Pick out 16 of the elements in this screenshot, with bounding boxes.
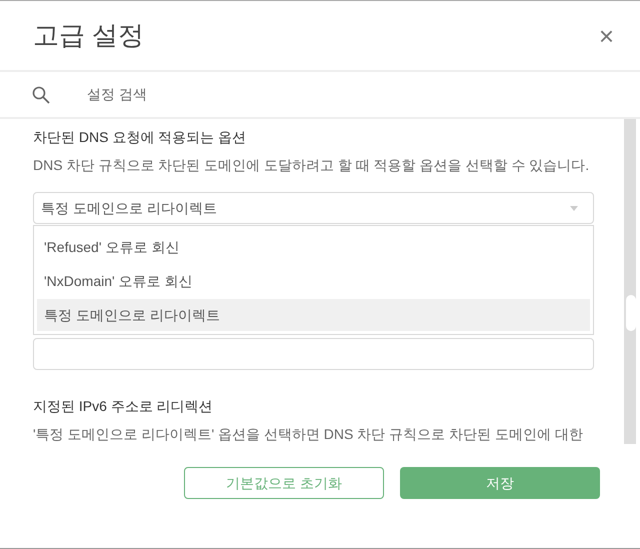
section-title: 지정된 IPv6 주소로 리디렉션 [33, 397, 214, 416]
scrollbar-thumb[interactable] [626, 295, 636, 331]
caret-icon [570, 206, 578, 210]
dropdown-option[interactable]: 특정 도메인으로 리다이렉트 [37, 299, 590, 331]
dialog-title: 고급 설정 [33, 19, 144, 52]
section-title: 차단된 DNS 요청에 적용되는 옵션 [33, 128, 248, 147]
dropdown-select[interactable]: 특정 도메인으로 리다이렉트 [33, 192, 594, 224]
dropdown-option[interactable]: 'Refused' 오류로 회신 [37, 231, 590, 263]
search-field[interactable]: 설정 검색 [87, 84, 487, 105]
dropdown-option[interactable]: 'NxDomain' 오류로 회신 [37, 265, 590, 297]
close-button[interactable]: × [598, 22, 614, 48]
section-description: DNS 차단 규칙으로 차단된 도메인에 도달하려고 할 때 적용할 옵션을 선택할 수 있습니다. [33, 156, 590, 175]
section-description: '특정 도메인으로 리다이렉트' 옵션을 선택하면 DNS 차단 규칙으로 차단된 도메인에 대한 [33, 425, 584, 444]
input-field[interactable] [33, 338, 594, 370]
search-icon [32, 86, 50, 104]
scrollbar[interactable] [624, 119, 636, 444]
